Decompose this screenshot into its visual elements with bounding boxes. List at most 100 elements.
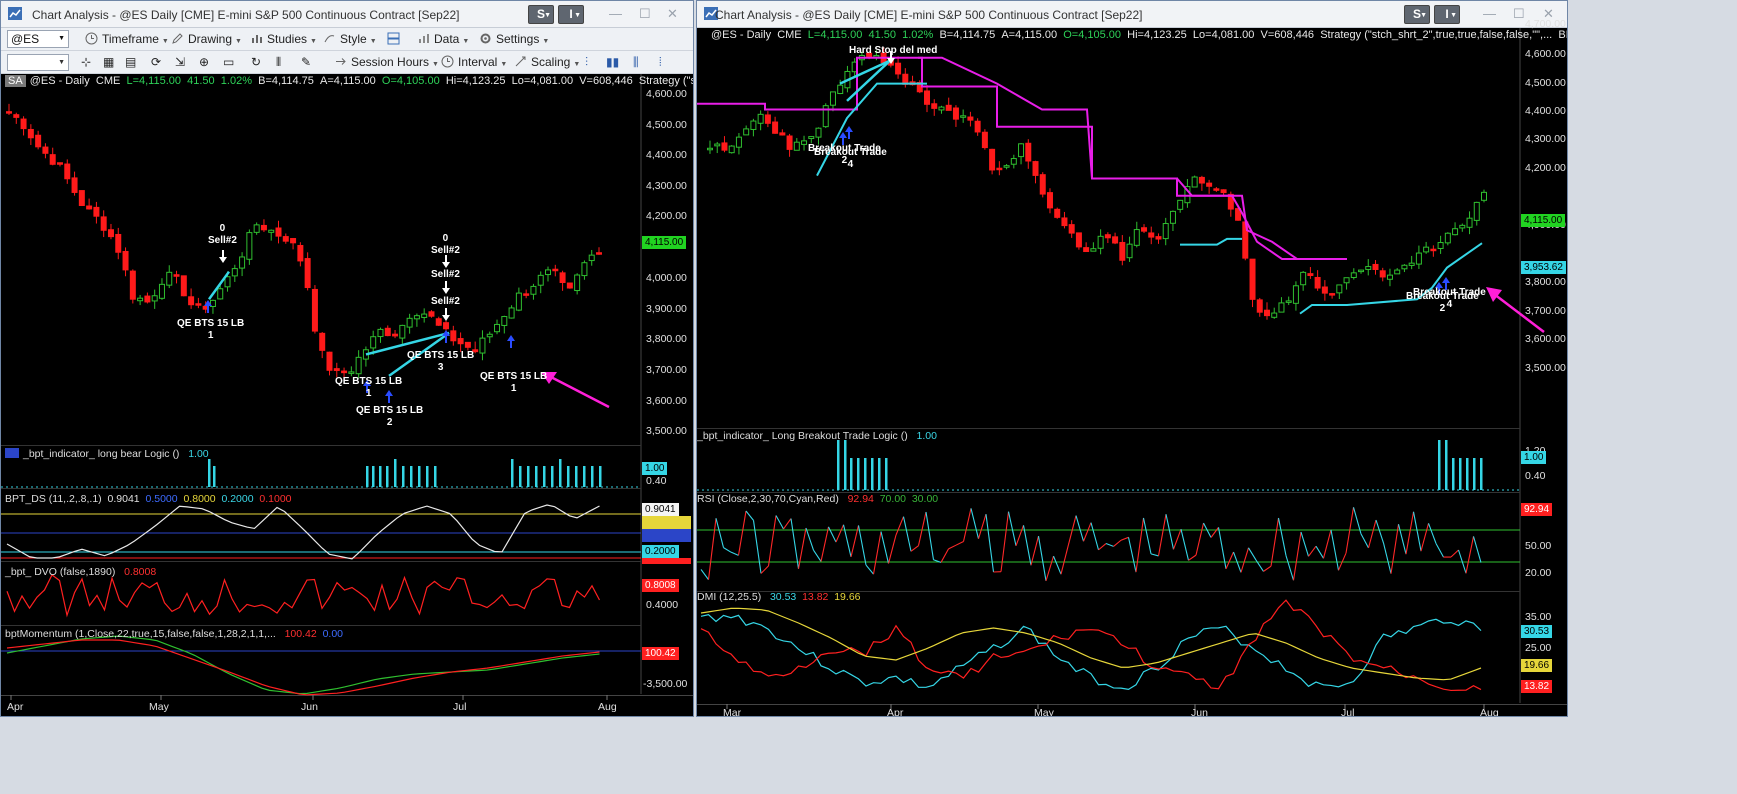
right-price-candle <box>1437 242 1444 249</box>
arrow-tool-icon[interactable]: ⇲ <box>175 54 185 71</box>
title-bar-left[interactable]: Chart Analysis - @ES Daily [CME] E-mini … <box>1 1 693 28</box>
right-ind3-tag-2: 19.66 <box>1521 659 1553 672</box>
dmi-plus-line <box>700 614 1482 690</box>
rsi-line-segment <box>985 514 995 573</box>
indicator-name: DMI (12,25.5) <box>697 591 762 603</box>
price-axis-label: 4,200.00 <box>1525 162 1566 174</box>
right-price-candle <box>1321 286 1328 294</box>
left-price-candle <box>268 229 275 233</box>
sell-count: 0 <box>442 233 449 244</box>
right-price-candle <box>1083 247 1090 253</box>
left-price-candle <box>333 368 340 371</box>
layout-button[interactable] <box>387 31 404 48</box>
right-indicator-3-label: DMI (12,25.5) 30.53 13.82 19.66 <box>697 591 861 603</box>
left-price-candle <box>275 227 282 237</box>
scaling-button[interactable]: Scaling ▼ <box>514 54 580 71</box>
data-button[interactable]: Data ▼ <box>417 31 469 48</box>
buy-name: QE BTS 15 LB <box>407 350 475 361</box>
right-price-candle <box>981 131 988 149</box>
indicator-bar <box>426 466 429 487</box>
right-price-candle <box>1263 309 1270 317</box>
maximize-icon[interactable]: ☐ <box>639 6 651 22</box>
info-low: Lo=4,081.00 <box>1192 29 1255 41</box>
indicator-bar <box>1452 458 1455 490</box>
right-chart-canvas[interactable] <box>697 28 1568 717</box>
maximize-icon[interactable]: ☐ <box>1513 6 1525 22</box>
sync-icon[interactable]: ↻ <box>251 54 261 71</box>
right-price-candle <box>960 115 967 118</box>
chart-window-right[interactable]: Chart Analysis - @ES Daily [CME] E-mini … <box>696 0 1568 717</box>
cursor-tool-icon[interactable]: ⊹ <box>81 54 91 71</box>
symbol-list-dropdown[interactable]: ▼ <box>7 54 69 71</box>
price-axis-label: 3,800.00 <box>646 333 687 345</box>
rsi-line-segment <box>813 549 822 562</box>
symbol-input[interactable]: @ES ▼ <box>7 30 69 48</box>
info-high: Hi=4,123.25 <box>1127 29 1187 41</box>
right-price-candle <box>721 142 728 151</box>
left-price-candle <box>428 311 435 317</box>
settings-button[interactable]: Settings ▼ <box>479 31 549 48</box>
price-axis-label: 3,800.00 <box>1525 276 1566 288</box>
rsi-line-segment <box>805 527 815 551</box>
style-button[interactable]: Style ▼ <box>323 31 377 48</box>
price-axis-label: 3,600.00 <box>646 395 687 407</box>
right-ind2-axis-label-2: 20.00 <box>1525 567 1552 579</box>
right-price-candle <box>757 113 764 124</box>
chart-type-line-icon[interactable]: ⫼ <box>633 54 639 71</box>
right-price-candle <box>815 127 822 138</box>
indicator-bar <box>527 466 530 487</box>
interval-button[interactable]: Interval ▼ <box>441 54 507 71</box>
chart-type-extra-icon[interactable]: ⦙ <box>659 54 662 71</box>
bar-tool-icon[interactable]: ⫴ <box>276 54 281 71</box>
left-price-candle <box>27 128 34 139</box>
right-price-candle <box>1249 258 1256 300</box>
sell-arrow-icon <box>442 281 450 294</box>
rsi-line-segment <box>1308 545 1317 557</box>
right-price-candle <box>1350 272 1357 278</box>
table-tool-icon[interactable]: ▤ <box>125 54 136 71</box>
chart-type-candles-icon[interactable]: ⫶ <box>585 54 588 71</box>
interval-link-i-button[interactable]: I ▼ <box>558 5 584 24</box>
zoom-tool-icon[interactable]: ⊕ <box>199 54 209 71</box>
interval-link-i-button[interactable]: I ▼ <box>1434 5 1460 24</box>
rsi-line-segment <box>752 520 762 574</box>
minimize-icon[interactable]: — <box>609 6 622 21</box>
left-price-candle <box>282 236 289 242</box>
left-ind2-lower-tag: 0.2000 <box>642 545 679 558</box>
rsi-line-segment <box>783 518 792 530</box>
left-price-candle <box>13 114 20 118</box>
indicator-value: 1.00 <box>188 448 209 460</box>
chart-window-left[interactable]: Chart Analysis - @ES Daily [CME] E-mini … <box>0 0 694 717</box>
chart-type-bars-icon[interactable]: ▮▮ <box>606 54 619 71</box>
pane-divider <box>697 428 1520 429</box>
symbol-link-s-button[interactable]: S ▼ <box>1404 5 1430 24</box>
left-price-candle <box>42 146 49 154</box>
studies-button[interactable]: Studies ▼ <box>250 31 317 48</box>
rsi-line-segment <box>962 508 972 542</box>
left-price-candle <box>501 316 508 326</box>
indicator-bar <box>1473 458 1476 490</box>
title-bar-right[interactable]: Chart Analysis - @ES Daily [CME] E-mini … <box>697 1 1567 28</box>
session-hours-button[interactable]: Session Hours ▼ <box>334 54 439 71</box>
timeframe-button[interactable]: Timeframe ▼ <box>85 31 169 48</box>
signal-buy-label: QE BTS 15 LB 1 <box>177 318 244 342</box>
monitor-icon[interactable]: ▭ <box>223 54 234 71</box>
minimize-icon[interactable]: — <box>1483 6 1496 21</box>
indicator-bar <box>559 459 562 487</box>
symbol-link-s-button[interactable]: S ▼ <box>528 5 554 24</box>
indicator-value: 0.8000 <box>183 493 216 505</box>
drawing-button[interactable]: Drawing ▼ <box>171 31 242 48</box>
note-icon[interactable]: ✎ <box>301 54 311 71</box>
grid-tool-icon[interactable]: ▦ <box>103 54 114 71</box>
price-axis-label: 3,500.00 <box>646 425 687 437</box>
refresh-icon[interactable]: ⟳ <box>151 54 161 71</box>
chevron-down-icon: ▼ <box>462 38 470 45</box>
right-price-candle <box>895 62 902 75</box>
right-price-candle <box>1430 248 1437 252</box>
rsi-line-segment <box>1172 528 1182 550</box>
ds-oscillator-line <box>6 504 600 560</box>
indicator-value: 30.00 <box>911 493 939 505</box>
close-icon[interactable]: ✕ <box>667 6 678 22</box>
left-price-candle <box>290 238 297 244</box>
left-ind2-upper-tag <box>642 516 691 529</box>
